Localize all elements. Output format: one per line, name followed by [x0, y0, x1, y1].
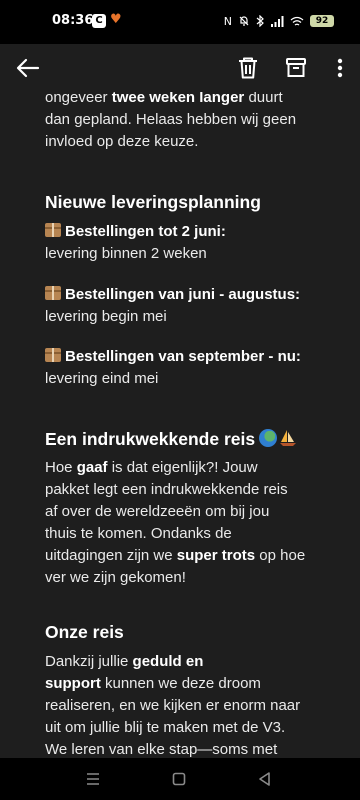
system-nav-bar	[0, 758, 360, 800]
archive-button[interactable]	[280, 52, 312, 84]
planning-item-1-title: Bestellingen tot 2 juni:	[45, 221, 345, 243]
planning-item-3-title: Bestellingen van september - nu:	[45, 346, 345, 368]
heart-notification-icon: ♥	[110, 12, 122, 27]
recent-apps-button[interactable]	[82, 768, 104, 790]
intro-line-3: invloed op deze keuze.	[45, 133, 199, 150]
journey-line-5: uitdagingen zijn we super trots op hoe	[45, 547, 306, 564]
journey-line-6: ver we zijn gekomen!	[45, 569, 186, 586]
back-button[interactable]	[12, 52, 44, 84]
our-journey-line-1: Dankzij jullie geduld en	[45, 653, 204, 670]
nav-back-button[interactable]	[254, 768, 276, 790]
our-journey-heading: Onze reis	[45, 622, 124, 642]
app-notification-icon: C	[92, 14, 106, 28]
package-box-icon	[45, 223, 61, 237]
signal-icon	[271, 15, 284, 27]
wifi-icon	[290, 16, 304, 26]
sailboat-icon	[280, 430, 297, 446]
globe-icon	[259, 429, 278, 447]
recent-apps-icon	[87, 773, 99, 785]
archive-icon	[286, 58, 306, 77]
app-toolbar	[0, 44, 360, 92]
planning-item-2-title: Bestellingen van juni - augustus:	[45, 284, 345, 306]
intro-line-2: dan gepland. Helaas hebben wij geen	[45, 111, 297, 128]
journey-line-1: Hoe gaaf is dat eigenlijk?! Jouw	[45, 459, 258, 476]
arrow-left-icon	[16, 58, 40, 78]
home-button[interactable]	[168, 768, 190, 790]
more-options-button[interactable]	[324, 52, 356, 84]
package-box-icon	[45, 348, 61, 362]
email-screen: ongeveer twee weken langer duurt dan gep…	[0, 0, 360, 800]
planning-item-1-detail: levering binnen 2 weken	[45, 245, 207, 262]
our-journey-line-5: We leren van elke stap—soms met	[45, 741, 278, 758]
journey-line-3: af over de wereldzeeën om bij jou	[45, 503, 270, 520]
nfc-icon: N	[223, 14, 232, 28]
battery-indicator: 92	[310, 15, 334, 27]
mute-bell-icon	[239, 16, 249, 26]
our-journey-line-2: support kunnen we deze droom	[45, 675, 261, 692]
planning-heading: Nieuwe leveringsplanning	[45, 192, 261, 212]
journey-line-4: thuis te komen. Ondanks de	[45, 525, 232, 542]
email-body[interactable]: ongeveer twee weken langer duurt dan gep…	[0, 80, 360, 758]
more-vert-icon	[337, 58, 343, 78]
package-box-icon	[45, 286, 61, 300]
journey-line-2: pakket legt een indrukwekkende reis	[45, 481, 288, 498]
bluetooth-icon	[256, 15, 264, 27]
status-bar: 08:36 C ♥ N 92	[0, 0, 360, 44]
trash-icon	[239, 57, 257, 79]
our-journey-line-3: realiseren, en we kijken er enorm naar	[45, 697, 301, 714]
planning-item-3-detail: levering eind mei	[45, 370, 159, 387]
status-time: 08:36	[52, 13, 94, 28]
journey-heading: Een indrukwekkende reis	[45, 427, 345, 451]
planning-item-2-detail: levering begin mei	[45, 308, 167, 325]
our-journey-line-4: uit om jullie blij te maken met de V3.	[45, 719, 286, 736]
home-icon	[172, 772, 186, 786]
delete-button[interactable]	[232, 52, 264, 84]
status-icons: N 92	[224, 12, 334, 30]
back-triangle-icon	[259, 772, 270, 786]
